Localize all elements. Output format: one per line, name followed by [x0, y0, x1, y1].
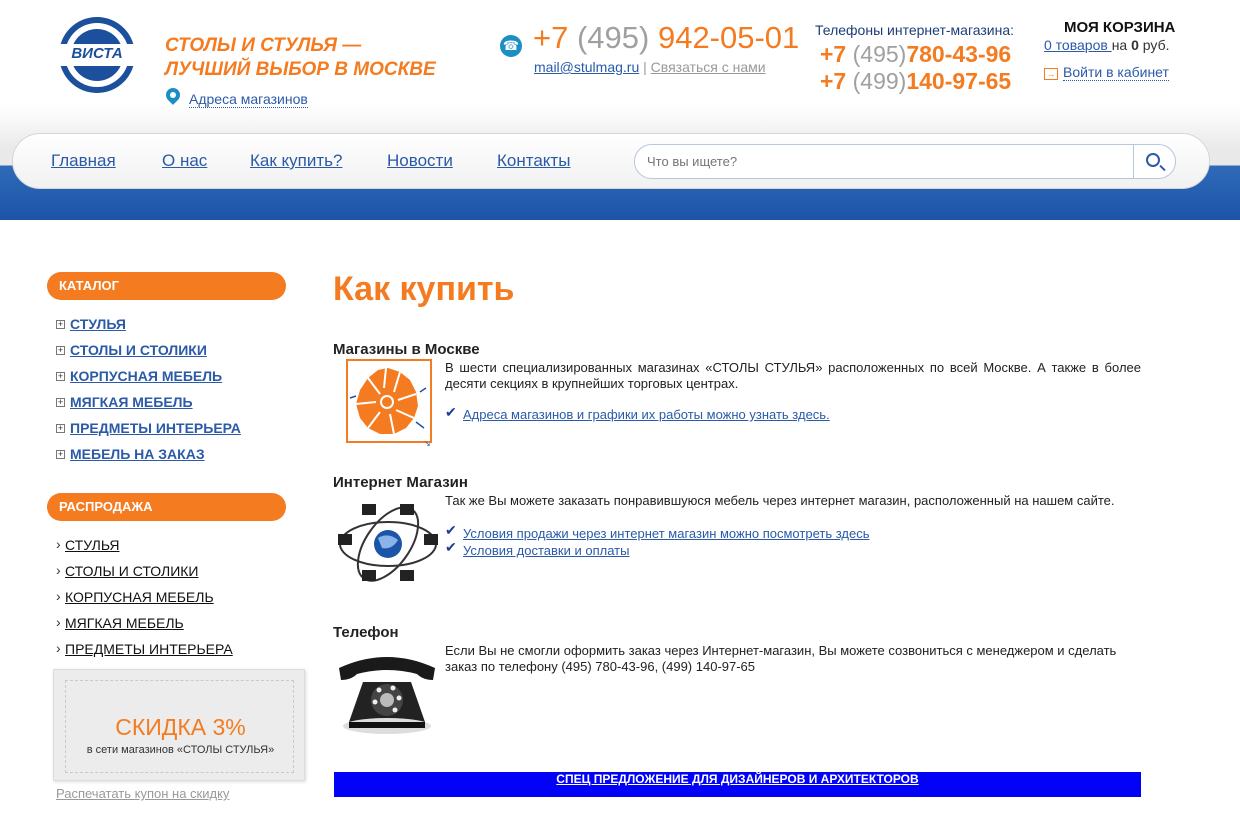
- cart-currency: руб.: [1138, 37, 1170, 53]
- svg-text:↘: ↘: [424, 439, 431, 448]
- checkmark-icon: ✔: [445, 404, 457, 420]
- catalog-item-label[interactable]: ПРЕДМЕТЫ ИНТЕРЬЕРА: [70, 420, 241, 436]
- sale-item-label[interactable]: КОРПУСНАЯ МЕБЕЛЬ: [65, 589, 214, 605]
- expand-icon[interactable]: +: [56, 320, 65, 329]
- special-offer-link[interactable]: СПЕЦ ПРЕДЛОЖЕНИЕ ДЛЯ ДИЗАЙНЕРОВ И АРХИТЕ…: [556, 772, 918, 786]
- main-phone-code: (495): [576, 20, 650, 55]
- cart-amount: 0: [1131, 37, 1139, 53]
- shop-phone-1-number: 780-43-96: [906, 41, 1012, 67]
- chevron-right-icon: ›: [56, 536, 61, 552]
- search-box: [634, 144, 1176, 179]
- main-phone-prefix: +7: [533, 20, 577, 55]
- shop-phone-2-number: 140-97-65: [906, 68, 1012, 94]
- shop-phones-title: Телефоны интернет-магазина:: [815, 22, 1015, 38]
- login-arrow-icon: →: [1044, 68, 1058, 80]
- main-phone: +7 (495) 942-05-01: [533, 20, 799, 56]
- phone-description-line-2: заказ по телефону (495) 780-43-96, (499)…: [445, 659, 756, 674]
- chevron-right-icon: ›: [56, 640, 61, 656]
- cart-items-link[interactable]: 0 товаров: [1044, 37, 1112, 53]
- chevron-right-icon: ›: [56, 588, 61, 604]
- expand-icon[interactable]: +: [56, 398, 65, 407]
- shop-phone-2-code: (499): [852, 68, 907, 94]
- discount-coupon[interactable]: СКИДКА 3% в сети магазинов «СТОЛЫ СТУЛЬЯ…: [53, 669, 305, 781]
- stores-addresses-link[interactable]: Адреса магазинов и графики их работы мож…: [463, 407, 830, 422]
- expand-icon[interactable]: +: [56, 424, 65, 433]
- nav-how-to-buy[interactable]: Как купить?: [250, 151, 342, 171]
- stores-description: В шести специализированных магазинах «СТ…: [445, 360, 1141, 391]
- main-phone-number: 942-05-01: [649, 20, 800, 55]
- search-input[interactable]: [647, 154, 1117, 169]
- catalog-item-label[interactable]: СТУЛЬЯ: [70, 316, 126, 332]
- search-icon: [1146, 153, 1160, 167]
- slogan-line-1: СТОЛЫ И СТУЛЬЯ —: [165, 35, 362, 56]
- contacts-separator: |: [643, 59, 647, 75]
- cart-info: 0 товаров на 0 руб.: [1044, 37, 1170, 53]
- expand-icon[interactable]: +: [56, 346, 65, 355]
- shop-phone-1-code: (495): [852, 41, 907, 67]
- sale-item-label[interactable]: СТУЛЬЯ: [65, 537, 119, 553]
- login: → Войти в кабинет: [1044, 64, 1169, 81]
- contact-us-link[interactable]: Связаться с нами: [651, 59, 766, 75]
- page: ВИСТА СТОЛЫ И СТУЛЬЯ — ЛУЧШИЙ ВЫБОР В МО…: [0, 0, 1240, 819]
- phone-section-title: Телефон: [333, 624, 399, 641]
- phone-icon: ☎: [500, 35, 522, 57]
- delivery-payment-link[interactable]: Условия доставки и оплаты: [463, 543, 629, 558]
- shop-phone-2-prefix: +7: [820, 68, 853, 94]
- slogan: СТОЛЫ И СТУЛЬЯ — ЛУЧШИЙ ВЫБОР В МОСКВЕ: [165, 34, 436, 82]
- slogan-line-2: ЛУЧШИЙ ВЫБОР В МОСКВЕ: [165, 59, 436, 80]
- sale-item-label[interactable]: МЯГКАЯ МЕБЕЛЬ: [65, 615, 184, 631]
- checkmark-icon: ✔: [445, 522, 457, 538]
- nav-contacts[interactable]: Контакты: [497, 151, 570, 171]
- nav-home[interactable]: Главная: [51, 151, 116, 171]
- online-description: Так же Вы можете заказать понравившуюся …: [445, 493, 1115, 508]
- network-computers-icon: [338, 504, 438, 582]
- catalog-item-label[interactable]: МЕБЕЛЬ НА ЗАКАЗ: [70, 446, 205, 462]
- shop-phone-1: +7 (495)780-43-96: [820, 41, 1011, 68]
- contacts-line: mail@stulmag.ru | Связаться с нами: [534, 59, 766, 75]
- login-link[interactable]: Войти в кабинет: [1063, 64, 1169, 81]
- stores-address-link[interactable]: Адреса магазинов: [189, 91, 308, 108]
- nav-news[interactable]: Новости: [387, 151, 453, 171]
- sale-header: РАСПРОДАЖА: [47, 493, 286, 521]
- expand-icon[interactable]: +: [56, 450, 65, 459]
- shop-phone-2: +7 (499)140-97-65: [820, 68, 1011, 95]
- print-coupon-link[interactable]: Распечатать купон на скидку: [56, 786, 229, 801]
- vista-logo[interactable]: ВИСТА: [55, 17, 139, 93]
- expand-icon[interactable]: +: [56, 372, 65, 381]
- catalog-item-label[interactable]: СТОЛЫ И СТОЛИКИ: [70, 342, 207, 358]
- cart-title: МОЯ КОРЗИНА: [1064, 19, 1176, 36]
- catalog-item-label[interactable]: КОРПУСНАЯ МЕБЕЛЬ: [70, 368, 222, 384]
- catalog-header: КАТАЛОГ: [47, 272, 286, 300]
- phone-description: Если Вы не смогли оформить заказ через И…: [445, 643, 1116, 675]
- special-offer-banner: СПЕЦ ПРЕДЛОЖЕНИЕ ДЛЯ ДИЗАЙНЕРОВ И АРХИТЕ…: [334, 772, 1141, 797]
- stores-section-title: Магазины в Москве: [333, 341, 480, 358]
- search-button[interactable]: [1133, 145, 1175, 178]
- telephone-icon: [339, 657, 435, 734]
- checkmark-icon: ✔: [445, 539, 457, 555]
- email-link[interactable]: mail@stulmag.ru: [534, 59, 639, 75]
- online-section-title: Интернет Магазин: [333, 474, 468, 491]
- nav-about[interactable]: О нас: [162, 151, 207, 171]
- coupon-border: СКИДКА 3% в сети магазинов «СТОЛЫ СТУЛЬЯ…: [65, 680, 294, 773]
- online-sale-terms-link[interactable]: Условия продажи через интернет магазин м…: [463, 526, 869, 541]
- coupon-text: в сети магазинов «СТОЛЫ СТУЛЬЯ»: [86, 744, 275, 756]
- phone-description-line-1: Если Вы не смогли оформить заказ через И…: [445, 643, 1117, 658]
- sale-item-label[interactable]: ПРЕДМЕТЫ ИНТЕРЬЕРА: [65, 641, 233, 657]
- shop-phone-1-prefix: +7: [820, 41, 853, 67]
- coupon-discount: СКИДКА 3%: [115, 714, 246, 740]
- main-navbar: Главная О нас Как купить? Новости Контак…: [12, 133, 1210, 189]
- chevron-right-icon: ›: [56, 614, 61, 630]
- catalog-item-label[interactable]: МЯГКАЯ МЕБЕЛЬ: [70, 394, 193, 410]
- chevron-right-icon: ›: [56, 562, 61, 578]
- page-title: Как купить: [333, 270, 515, 308]
- logo-text: ВИСТА: [71, 45, 123, 62]
- cart-on-text: на: [1111, 37, 1132, 53]
- sale-item-label[interactable]: СТОЛЫ И СТОЛИКИ: [65, 563, 199, 579]
- moscow-map-icon: ↘: [346, 359, 432, 448]
